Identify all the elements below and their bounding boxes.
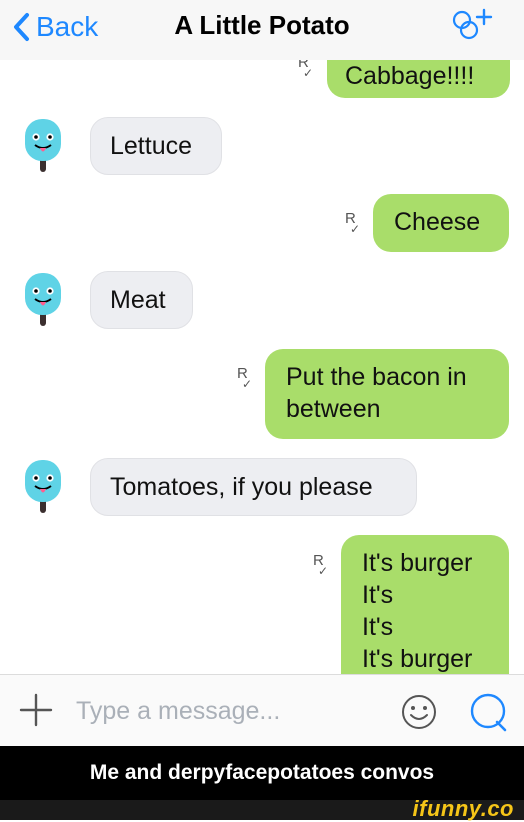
popsicle-avatar[interactable] [24,459,62,515]
incoming-message[interactable]: Tomatoes, if you please [90,458,417,516]
add-person-icon[interactable] [444,6,500,46]
read-receipt: R ✓ [313,552,329,578]
nav-bar: Back A Little Potato [0,0,524,60]
read-receipt: R ✓ [345,210,361,236]
read-receipt: R ✓ [298,60,314,80]
popsicle-avatar[interactable] [24,118,62,174]
incoming-message[interactable]: Meat [90,271,193,329]
message-composer [0,674,524,747]
outgoing-message[interactable]: Cheese [373,194,509,252]
read-receipt: R ✓ [237,365,253,391]
message-thread[interactable]: R ✓ Cabbage!!!! Lettuce R ✓ Cheese Meat R ✓… [0,60,524,674]
meme-caption-bar: Me and derpyfacepotatoes convos [0,746,524,800]
popsicle-avatar[interactable] [24,272,62,328]
outgoing-message[interactable]: It's burger It's It's It's burger [341,535,509,674]
outgoing-message[interactable]: Put the bacon in between [265,349,509,439]
smiley-icon[interactable] [400,693,438,731]
incoming-message[interactable]: Lettuce [90,117,222,175]
outgoing-message[interactable]: Cabbage!!!! [327,60,510,98]
watermark-logo: ifunny.co [412,796,514,821]
footer-bar: ifunny.co [0,796,524,821]
plus-icon[interactable] [18,692,54,728]
quick-reply-icon[interactable] [467,691,509,733]
meme-caption: Me and derpyfacepotatoes convos [89,761,435,784]
message-input[interactable] [74,691,388,731]
